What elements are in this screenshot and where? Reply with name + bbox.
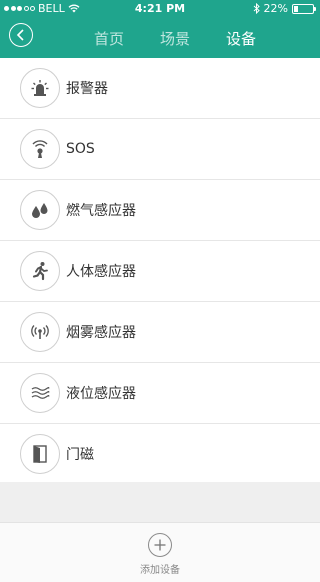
device-item-alarm[interactable]: 报警器 [0, 58, 320, 119]
device-label: 烟雾感应器 [66, 325, 136, 341]
plus-icon [154, 539, 166, 551]
tab-scenes[interactable]: 场景 [142, 28, 208, 49]
device-item-gas-sensor[interactable]: 燃气感应器 [0, 180, 320, 241]
add-device-button[interactable] [148, 533, 172, 557]
tab-home[interactable]: 首页 [76, 28, 142, 49]
tab-devices[interactable]: 设备 [208, 28, 274, 49]
running-person-icon [20, 251, 60, 291]
gas-drops-icon [20, 190, 60, 230]
water-level-icon [20, 373, 60, 413]
device-item-smoke-sensor[interactable]: 烟雾感应器 [0, 302, 320, 363]
tab-bar: 首页 场景 设备 [76, 28, 274, 49]
bluetooth-icon [253, 3, 260, 14]
device-label: 燃气感应器 [66, 203, 136, 219]
device-label: 门磁 [66, 447, 94, 463]
add-device-area: 添加设备 [0, 522, 320, 582]
device-item-door-sensor[interactable]: 门磁 [0, 424, 320, 485]
battery-level [294, 5, 298, 12]
device-label: 报警器 [66, 81, 108, 97]
chevron-left-icon [16, 29, 24, 41]
device-list: 报警器 SOS 燃气感应器 人体感应器 烟雾感应器 液位感应器 门磁 [0, 58, 320, 485]
back-button[interactable] [9, 23, 33, 47]
battery-percent: 22% [263, 2, 288, 15]
list-spacer [0, 482, 320, 522]
alarm-siren-icon [20, 68, 60, 108]
device-label: SOS [66, 141, 95, 157]
device-label: 人体感应器 [66, 264, 136, 280]
sos-icon [20, 129, 60, 169]
device-item-motion-sensor[interactable]: 人体感应器 [0, 241, 320, 302]
smoke-signal-icon [20, 312, 60, 352]
nav-bar: 首页 场景 设备 [0, 20, 320, 58]
device-item-water-level-sensor[interactable]: 液位感应器 [0, 363, 320, 424]
door-icon [20, 434, 60, 474]
battery-icon [292, 3, 316, 14]
top-bar: BELL 4:21 PM 22% 首页 场景 设备 [0, 0, 320, 58]
device-item-sos[interactable]: SOS [0, 119, 320, 180]
add-device-label[interactable]: 添加设备 [0, 561, 320, 576]
status-right: 22% [253, 2, 316, 15]
device-label: 液位感应器 [66, 386, 136, 402]
status-bar: BELL 4:21 PM 22% [0, 0, 320, 18]
